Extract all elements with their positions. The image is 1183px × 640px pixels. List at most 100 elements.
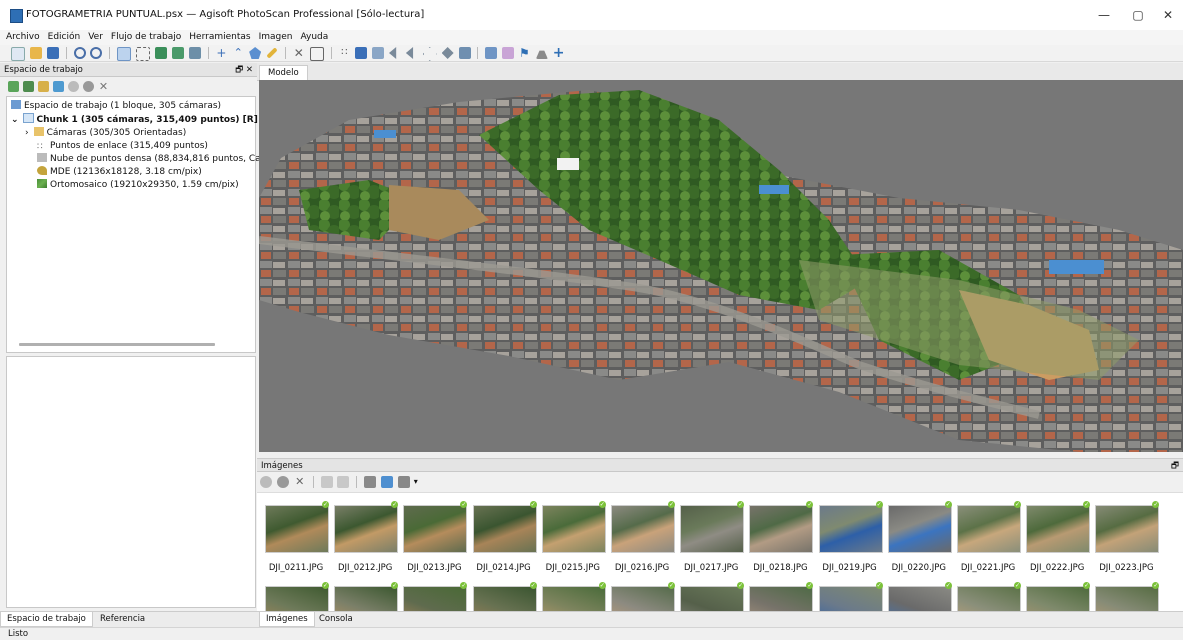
draw-polygon-icon[interactable] <box>249 47 262 59</box>
chevron-down-icon[interactable]: ⌄ <box>11 115 19 125</box>
resize-region-icon[interactable] <box>154 47 167 59</box>
rotate-left-icon[interactable] <box>320 476 333 488</box>
menu-ver[interactable]: Ver <box>84 30 107 45</box>
enable-camera-icon[interactable] <box>260 476 272 488</box>
rotate-object-icon[interactable] <box>188 47 201 59</box>
toolbar-separator <box>65 47 67 59</box>
menu-flujo-de-trabajo[interactable]: Flujo de trabajo <box>107 30 185 45</box>
image-thumbnail[interactable] <box>749 505 814 553</box>
chunk-1-node[interactable]: ⌄ Chunk 1 (305 cámaras, 315,409 puntos) [… <box>11 113 258 125</box>
image-thumbnail[interactable] <box>818 586 883 612</box>
tree-item-dense-cloud[interactable]: Nube de puntos densa (88,834,816 puntos,… <box>37 153 271 165</box>
rotate-right-icon[interactable] <box>337 476 350 488</box>
tab-espacio-de-trabajo[interactable]: Espacio de trabajo <box>0 612 93 627</box>
image-thumbnail[interactable] <box>403 505 468 553</box>
menu-archivo[interactable]: Archivo <box>2 30 44 45</box>
show-shapes-icon[interactable] <box>502 47 515 59</box>
show-shaded-icon[interactable] <box>372 47 385 59</box>
image-thumbnail[interactable] <box>265 505 329 553</box>
tab-referencia[interactable]: Referencia <box>94 612 151 626</box>
tab-imagenes[interactable]: Imágenes <box>259 612 315 627</box>
model-viewport[interactable] <box>259 80 1183 452</box>
enable-icon[interactable] <box>68 81 79 92</box>
details-view-icon[interactable] <box>381 476 393 488</box>
show-region-icon[interactable] <box>535 50 548 59</box>
image-thumbnail[interactable] <box>472 586 537 612</box>
remove-icon[interactable]: ✕ <box>98 81 109 92</box>
show-dem-icon[interactable] <box>458 47 471 59</box>
image-thumbnail[interactable] <box>1095 505 1160 553</box>
image-thumbnail[interactable] <box>611 586 675 612</box>
redo-icon[interactable] <box>90 47 103 59</box>
new-project-icon[interactable] <box>11 47 25 61</box>
image-thumbnail[interactable] <box>680 586 745 612</box>
ruler-icon[interactable] <box>266 47 278 59</box>
tree-item-label: Ortomosaico (19210x29350, 1.59 cm/pix) <box>50 180 239 190</box>
navigation-icon[interactable] <box>117 47 132 61</box>
image-thumbnail[interactable] <box>887 586 952 612</box>
show-points-icon[interactable]: ∷ <box>338 47 350 59</box>
menu-ayuda[interactable]: Ayuda <box>296 30 332 45</box>
image-thumbnail[interactable] <box>541 505 606 553</box>
draw-point-icon[interactable]: + <box>215 47 227 59</box>
menu-herramientas[interactable]: Herramientas <box>185 30 254 45</box>
draw-polyline-icon[interactable]: ⌃ <box>232 47 244 59</box>
rectangle-selection-icon[interactable] <box>136 47 150 61</box>
save-project-icon[interactable] <box>46 47 59 59</box>
image-thumbnail[interactable] <box>403 586 468 612</box>
tree-item-dem[interactable]: MDE (12136x18128, 3.18 cm/pix) <box>37 166 202 178</box>
disable-camera-icon[interactable] <box>276 476 289 488</box>
show-wireframe-icon[interactable] <box>405 47 414 59</box>
chevron-right-icon[interactable]: › <box>25 128 29 138</box>
image-thumbnail[interactable] <box>611 505 675 553</box>
add-folder-icon[interactable] <box>38 81 49 92</box>
chevron-down-icon[interactable]: ▾ <box>414 477 418 486</box>
show-dense-cloud-icon[interactable] <box>355 47 368 59</box>
show-markers-icon[interactable]: ⚑ <box>519 47 531 59</box>
horizontal-scrollbar[interactable] <box>19 343 215 346</box>
rotate-region-icon[interactable] <box>171 47 184 59</box>
delete-selection-icon[interactable]: ✕ <box>293 47 305 59</box>
panel-float-close-buttons[interactable]: 🗗 ✕ <box>235 63 253 77</box>
image-thumbnail[interactable] <box>818 505 883 553</box>
show-solid-icon[interactable] <box>389 47 397 59</box>
disable-icon[interactable] <box>83 81 94 92</box>
image-thumbnail[interactable] <box>1095 586 1160 612</box>
image-thumbnail[interactable] <box>472 505 537 553</box>
image-thumbnail[interactable] <box>334 586 399 612</box>
menu-imagen[interactable]: Imagen <box>255 30 297 45</box>
image-thumbnail[interactable] <box>957 586 1021 612</box>
close-button[interactable]: ✕ <box>1148 4 1183 26</box>
image-thumbnail[interactable] <box>541 586 606 612</box>
workspace-root[interactable]: Espacio de trabajo (1 bloque, 305 cámara… <box>11 100 221 112</box>
add-marker-icon[interactable] <box>53 81 64 92</box>
tab-modelo[interactable]: Modelo <box>259 65 308 81</box>
crop-selection-icon[interactable] <box>309 47 324 61</box>
open-project-icon[interactable] <box>29 47 42 59</box>
remove-camera-icon[interactable]: ✕ <box>294 476 306 488</box>
image-thumbnail[interactable] <box>265 586 329 612</box>
show-textured-icon[interactable] <box>422 47 437 61</box>
tab-consola[interactable]: Consola <box>313 612 359 626</box>
blue-roof-shape <box>374 130 396 138</box>
undo-icon[interactable] <box>73 47 86 59</box>
image-thumbnail[interactable] <box>887 505 952 553</box>
add-chunk-icon[interactable] <box>8 81 19 92</box>
thumbnail-size-icon[interactable] <box>397 476 410 488</box>
panel-float-button[interactable]: 🗗 <box>1171 459 1179 473</box>
tree-item-tie-points[interactable]: ∷ Puntos de enlace (315,409 puntos) <box>37 140 208 152</box>
menu-edicion[interactable]: Edición <box>44 30 85 45</box>
image-thumbnail[interactable] <box>1026 586 1091 612</box>
image-thumbnail[interactable] <box>1026 505 1091 553</box>
filter-by-marker-icon[interactable] <box>364 476 377 488</box>
image-thumbnail[interactable] <box>957 505 1021 553</box>
show-cameras-icon[interactable] <box>485 47 498 59</box>
tree-item-orthomosaic[interactable]: Ortomosaico (19210x29350, 1.59 cm/pix) <box>37 179 239 191</box>
image-thumbnail[interactable] <box>749 586 814 612</box>
tree-item-cameras[interactable]: › Cámaras (305/305 Orientadas) <box>25 127 186 139</box>
reset-view-icon[interactable]: + <box>553 46 565 60</box>
show-tiled-icon[interactable] <box>441 47 454 59</box>
image-thumbnail[interactable] <box>334 505 399 553</box>
add-photos-icon[interactable] <box>23 81 34 92</box>
image-thumbnail[interactable] <box>680 505 745 553</box>
